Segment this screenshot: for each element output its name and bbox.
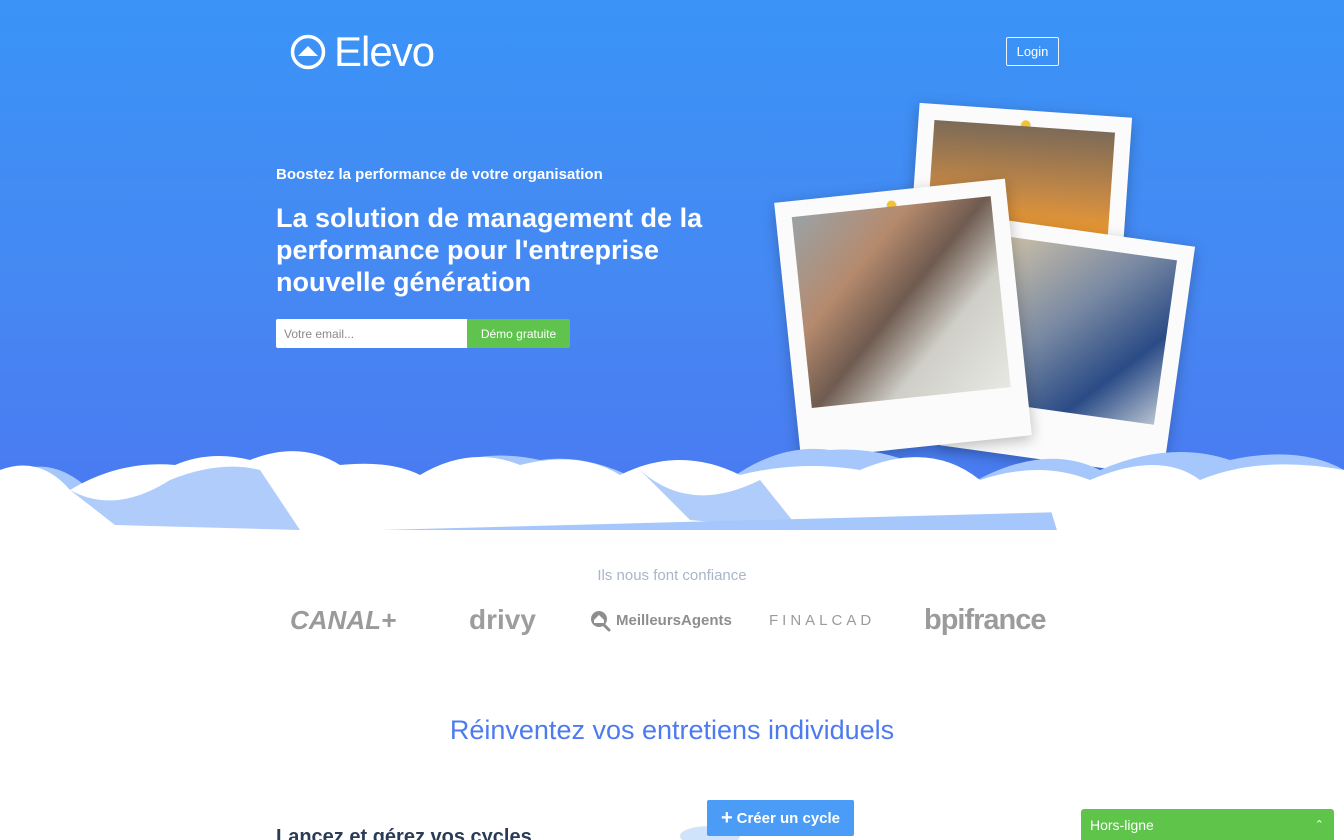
logo-drivy: drivy [469, 604, 536, 635]
section-title: Réinventez vos entretiens individuels [449, 715, 895, 745]
photo-fistbump [791, 196, 1011, 409]
section-sub-heading: Lancez et gérez vos cycles [276, 826, 532, 840]
plus-icon: + [720, 807, 733, 829]
create-cycle-button[interactable]: + Créer un cycle [707, 800, 854, 836]
logo-meilleursagents-text: MeilleursAgents [616, 611, 732, 629]
brand-logo[interactable]: Elevo [290, 28, 435, 75]
hero-section: Elevo Login Boostez la performance de vo… [0, 0, 1344, 530]
client-logos: CANAL+ drivy MeilleursAgents FINALCAD bp… [276, 598, 1066, 642]
logo-meilleursagents: MeilleursAgents [588, 598, 732, 642]
brand-name: Elevo [334, 28, 435, 75]
chat-status-label: Hors-ligne [1090, 816, 1154, 833]
create-cycle-label: Créer un cycle [736, 809, 841, 827]
free-demo-button[interactable]: Démo gratuite [467, 319, 570, 348]
logo-finalcad: FINALCAD [769, 611, 876, 629]
house-magnifier-icon [591, 611, 611, 632]
cloud-waves-decoration [0, 448, 1344, 530]
elevo-logo-icon [290, 34, 326, 70]
login-button[interactable]: Login [1006, 37, 1059, 66]
logo-canal-plus: CANAL+ [290, 604, 397, 635]
hero-headline: La solution de management de la performa… [276, 203, 703, 297]
polaroid-photo-fistbump [774, 178, 1032, 460]
chat-widget[interactable]: Hors-ligne ⌃ [1081, 809, 1334, 840]
demo-signup-form: Démo gratuite [276, 319, 570, 348]
chevron-up-icon[interactable]: ⌃ [1315, 818, 1324, 831]
email-input[interactable] [276, 319, 467, 348]
trust-title: Ils nous font confiance [597, 567, 747, 584]
logo-bpifrance: bpifrance [924, 603, 1047, 636]
hero-tagline: Boostez la performance de votre organisa… [276, 166, 603, 183]
